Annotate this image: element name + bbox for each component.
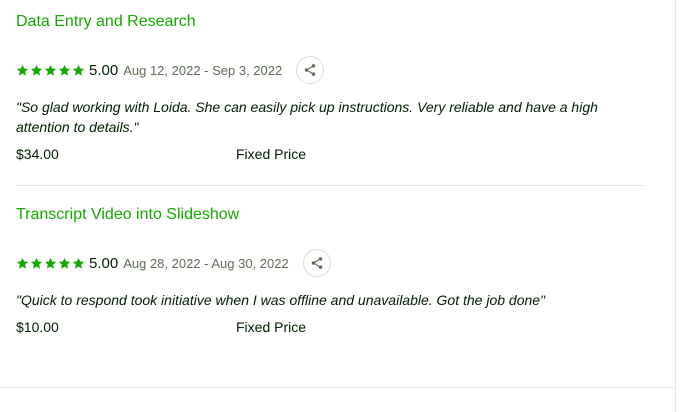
job-dates: Aug 28, 2022 - Aug 30, 2022 — [123, 255, 289, 271]
price-type: Fixed Price — [236, 319, 307, 335]
star-rating — [16, 257, 85, 270]
work-history-panel: Data Entry and Research 5.00 Aug 12, 202… — [0, 0, 680, 412]
job-price: $34.00 — [16, 146, 59, 162]
star-icon — [58, 257, 71, 269]
star-icon — [16, 257, 29, 269]
star-icon — [58, 64, 71, 76]
share-button[interactable] — [302, 249, 331, 277]
job-entry: Data Entry and Research 5.00 Aug 12, 202… — [16, 10, 644, 166]
client-feedback: "So glad working with Loida. She can eas… — [16, 99, 598, 135]
rating-score: 5.00 — [89, 254, 119, 272]
panel-right-border — [675, 0, 676, 412]
star-icon — [30, 64, 43, 76]
star-icon — [30, 257, 43, 269]
price-row: $10.00 Fixed Price — [16, 319, 644, 339]
job-divider — [16, 185, 644, 186]
job-title-link[interactable]: Transcript Video into Slideshow — [16, 203, 644, 227]
job-title-link[interactable]: Data Entry and Research — [16, 10, 644, 34]
share-button[interactable] — [296, 56, 325, 84]
price-row: $34.00 Fixed Price — [16, 146, 644, 166]
star-icon — [72, 257, 85, 269]
star-icon — [44, 64, 57, 76]
rating-row: 5.00 Aug 12, 2022 - Sep 3, 2022 — [16, 55, 644, 85]
star-icon — [16, 64, 29, 76]
job-dates: Aug 12, 2022 - Sep 3, 2022 — [123, 62, 283, 78]
star-icon — [72, 64, 85, 76]
panel-bottom-border — [0, 387, 676, 388]
rating-row: 5.00 Aug 28, 2022 - Aug 30, 2022 — [16, 248, 644, 278]
star-rating — [16, 64, 85, 77]
share-icon — [311, 257, 322, 269]
client-feedback: "Quick to respond took initiative when I… — [16, 292, 546, 308]
star-icon — [44, 257, 57, 269]
job-price: $10.00 — [16, 319, 59, 335]
price-type: Fixed Price — [236, 146, 307, 162]
rating-score: 5.00 — [89, 61, 119, 79]
share-icon — [304, 64, 316, 76]
job-entry: Transcript Video into Slideshow 5.00 Aug… — [16, 203, 644, 339]
